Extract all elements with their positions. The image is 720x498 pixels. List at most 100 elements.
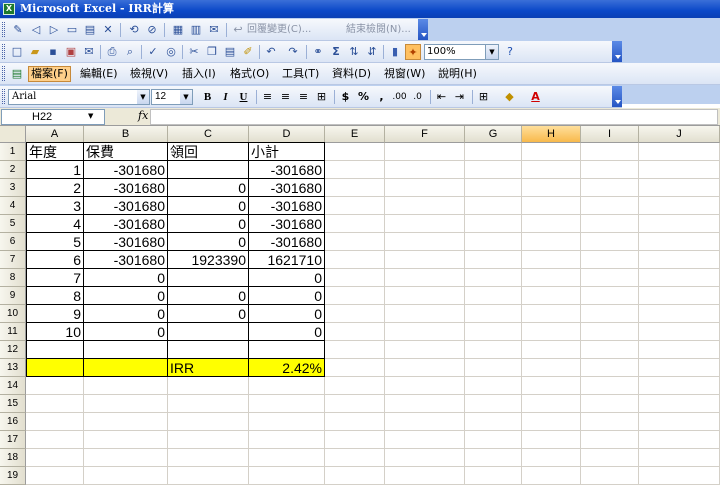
header-cell[interactable]: 年度 bbox=[26, 142, 84, 161]
end-review-button[interactable]: 結束檢閱(N)... bbox=[346, 22, 411, 38]
grid-cell[interactable] bbox=[26, 449, 84, 467]
grid-cell[interactable] bbox=[26, 413, 84, 431]
grid-cell[interactable] bbox=[84, 449, 168, 467]
row-header[interactable]: 13 bbox=[0, 359, 26, 377]
data-cell[interactable]: 4 bbox=[26, 215, 84, 233]
percent-button[interactable]: % bbox=[356, 89, 371, 105]
grid-cell[interactable] bbox=[581, 395, 639, 413]
grid-cell[interactable] bbox=[325, 269, 385, 287]
grid-cell[interactable] bbox=[385, 215, 465, 233]
grid-cell[interactable] bbox=[465, 251, 522, 269]
menu-window[interactable]: 視窗(W) bbox=[382, 66, 427, 82]
toolbar-options-icon[interactable] bbox=[612, 41, 622, 62]
font-size-dropdown-arrow-icon[interactable]: ▼ bbox=[180, 89, 193, 105]
sort-descending-icon[interactable]: ⇵ bbox=[364, 44, 380, 60]
grid-cell[interactable] bbox=[325, 377, 385, 395]
grid-cell[interactable] bbox=[465, 359, 522, 377]
data-cell[interactable] bbox=[168, 323, 249, 341]
grid-cell[interactable] bbox=[84, 467, 168, 485]
data-cell[interactable]: 8 bbox=[26, 287, 84, 305]
column-header[interactable]: J bbox=[639, 126, 720, 143]
protect-icon[interactable]: ▦ bbox=[170, 22, 186, 38]
grid-cell[interactable] bbox=[385, 269, 465, 287]
grid-cell[interactable] bbox=[325, 233, 385, 251]
highlight-cell[interactable] bbox=[26, 359, 84, 377]
grid-cell[interactable] bbox=[325, 323, 385, 341]
grid-cell[interactable] bbox=[522, 323, 581, 341]
save-icon[interactable]: ▪ bbox=[45, 44, 61, 60]
grid-cell[interactable] bbox=[325, 431, 385, 449]
column-header[interactable]: A bbox=[26, 126, 84, 143]
column-header[interactable]: C bbox=[168, 126, 249, 143]
drawing-icon[interactable]: ✦ bbox=[405, 44, 421, 60]
data-cell[interactable]: 7 bbox=[26, 269, 84, 287]
header-cell[interactable]: 小計 bbox=[249, 142, 325, 161]
data-cell[interactable]: -301680 bbox=[84, 179, 168, 197]
menu-format[interactable]: 格式(O) bbox=[228, 66, 271, 82]
grid-cell[interactable] bbox=[26, 431, 84, 449]
grid-cell[interactable] bbox=[639, 233, 720, 251]
track-changes-icon[interactable]: ⟲ bbox=[126, 22, 142, 38]
grid-cell[interactable] bbox=[465, 341, 522, 359]
grid-cell[interactable] bbox=[26, 395, 84, 413]
font-color-icon[interactable]: A bbox=[528, 89, 543, 105]
row-header[interactable]: 9 bbox=[0, 287, 26, 305]
grid-cell[interactable] bbox=[385, 413, 465, 431]
grid-cell[interactable] bbox=[581, 269, 639, 287]
copy-icon[interactable]: ❐ bbox=[204, 44, 220, 60]
row-header[interactable]: 14 bbox=[0, 377, 26, 395]
grid-cell[interactable] bbox=[385, 395, 465, 413]
grid-cell[interactable] bbox=[522, 143, 581, 161]
sort-ascending-icon[interactable]: ⇅ bbox=[346, 44, 362, 60]
grid-cell[interactable] bbox=[465, 269, 522, 287]
new-icon[interactable]: □ bbox=[9, 44, 25, 60]
help-icon[interactable]: ? bbox=[502, 44, 518, 60]
data-cell[interactable] bbox=[84, 341, 168, 359]
undo-icon[interactable]: ↶ bbox=[263, 44, 279, 60]
grid-cell[interactable] bbox=[385, 233, 465, 251]
data-cell[interactable]: -301680 bbox=[84, 251, 168, 269]
grid-cell[interactable] bbox=[522, 359, 581, 377]
grid-cell[interactable] bbox=[639, 359, 720, 377]
grid-cell[interactable] bbox=[522, 179, 581, 197]
grid-cell[interactable] bbox=[249, 377, 325, 395]
grid-cell[interactable] bbox=[325, 341, 385, 359]
menu-edit[interactable]: 編輯(E) bbox=[78, 66, 120, 82]
column-header[interactable]: H bbox=[522, 126, 581, 143]
grid-cell[interactable] bbox=[465, 287, 522, 305]
grid-cell[interactable] bbox=[639, 413, 720, 431]
grid-cell[interactable] bbox=[639, 251, 720, 269]
grid-cell[interactable] bbox=[522, 449, 581, 467]
data-cell[interactable]: 0 bbox=[168, 215, 249, 233]
grid-cell[interactable] bbox=[465, 233, 522, 251]
grid-cell[interactable] bbox=[581, 449, 639, 467]
show-comment-icon[interactable]: ▭ bbox=[64, 22, 80, 38]
grid-cell[interactable] bbox=[385, 431, 465, 449]
grid-cell[interactable] bbox=[249, 449, 325, 467]
grid-cell[interactable] bbox=[325, 449, 385, 467]
grid-cell[interactable] bbox=[639, 431, 720, 449]
grid-cell[interactable] bbox=[325, 467, 385, 485]
data-cell[interactable]: 0 bbox=[249, 305, 325, 323]
grid-cell[interactable] bbox=[522, 395, 581, 413]
grid-cell[interactable] bbox=[325, 305, 385, 323]
increase-decimal-icon[interactable]: .00 bbox=[392, 89, 407, 105]
toolbar-options-icon[interactable] bbox=[612, 86, 622, 107]
grid-cell[interactable] bbox=[639, 377, 720, 395]
data-cell[interactable]: 0 bbox=[84, 305, 168, 323]
paste-icon[interactable]: ▤ bbox=[222, 44, 238, 60]
research-icon[interactable]: ◎ bbox=[163, 44, 179, 60]
grid-cell[interactable] bbox=[325, 161, 385, 179]
grid-cell[interactable] bbox=[465, 395, 522, 413]
data-cell[interactable] bbox=[168, 269, 249, 287]
zoom-select[interactable]: 100% bbox=[424, 44, 486, 60]
increase-indent-icon[interactable]: ⇥ bbox=[452, 89, 467, 105]
grid-cell[interactable] bbox=[522, 233, 581, 251]
hyperlink-icon[interactable]: ⚭ bbox=[310, 44, 326, 60]
grid-cell[interactable] bbox=[522, 287, 581, 305]
menu-tools[interactable]: 工具(T) bbox=[280, 66, 321, 82]
grid-cell[interactable] bbox=[581, 413, 639, 431]
data-cell[interactable]: 0 bbox=[84, 323, 168, 341]
grid-cell[interactable] bbox=[522, 197, 581, 215]
reply-changes-button[interactable]: 回覆變更(C)... bbox=[247, 22, 311, 38]
